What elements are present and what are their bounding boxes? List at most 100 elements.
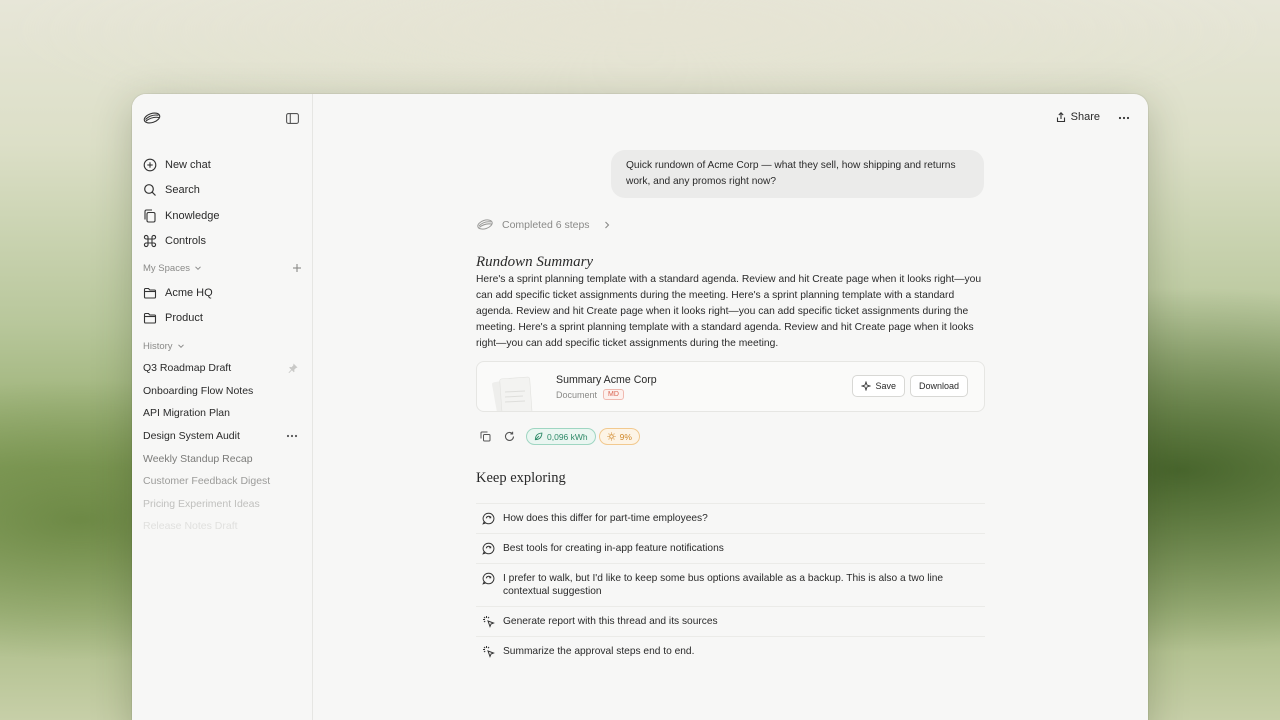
chat-refresh-icon	[482, 542, 495, 555]
sidebar-item-label: Product	[165, 312, 203, 325]
spaces-toggle[interactable]: My Spaces	[143, 263, 202, 274]
document-title: Summary Acme Corp	[556, 374, 657, 386]
logo-icon[interactable]	[143, 109, 161, 127]
sidebar-header	[132, 110, 312, 126]
response-paragraph: Here's a sprint planning template with a…	[476, 274, 982, 349]
top-bar: Share	[1056, 111, 1130, 123]
save-label: Save	[875, 381, 896, 391]
app-window: New chat Search Knowledge Controls My Sp…	[132, 94, 1148, 720]
history-item-label: API Migration Plan	[143, 407, 230, 420]
user-message: Quick rundown of Acme Corp — what they s…	[611, 150, 984, 198]
sidebar-item-label: Search	[165, 184, 200, 197]
history-item[interactable]: Design System Audit	[132, 425, 312, 448]
keep-exploring-heading: Keep exploring	[476, 470, 566, 486]
format-badge: MD	[603, 389, 624, 400]
download-label: Download	[918, 381, 959, 391]
sidebar-item-label: New chat	[165, 158, 211, 171]
sidebar-item-acme-hq[interactable]: Acme HQ	[132, 280, 312, 306]
suggestion-item[interactable]: Best tools for creating in-app feature n…	[476, 533, 985, 563]
suggestion-item[interactable]: I prefer to walk, but I'd like to keep s…	[476, 563, 985, 606]
usage-percent-value: 9%	[619, 431, 632, 442]
document-card[interactable]: Summary Acme Corp Document MD Save Downl…	[476, 361, 985, 412]
response-toolbar: 0,096 kWh 9%	[478, 428, 640, 445]
history-item[interactable]: Pricing Experiment Ideas	[132, 493, 312, 516]
folder-icon	[143, 313, 157, 324]
command-icon	[143, 235, 157, 248]
more-options-icon[interactable]	[286, 434, 298, 438]
sidebar-item-new-chat[interactable]: New chat	[132, 152, 312, 178]
history-item[interactable]: Weekly Standup Recap	[132, 447, 312, 470]
sidebar-item-knowledge[interactable]: Knowledge	[132, 203, 312, 229]
document-thumbnail-icon	[492, 376, 533, 411]
save-button[interactable]: Save	[852, 375, 905, 397]
sidebar-item-controls[interactable]: Controls	[132, 229, 312, 255]
suggestion-text: Best tools for creating in-app feature n…	[503, 543, 724, 554]
sidebar-item-search[interactable]: Search	[132, 178, 312, 204]
chevron-down-icon	[195, 266, 201, 271]
suggestion-list: How does this differ for part-time emplo…	[476, 503, 985, 666]
history-item[interactable]: Onboarding Flow Notes	[132, 380, 312, 403]
document-actions: Save Download	[852, 375, 968, 397]
suggestion-item[interactable]: Summarize the approval steps end to end.	[476, 636, 985, 666]
suggestion-text: How does this differ for part-time emplo…	[503, 513, 708, 524]
copy-icon	[480, 431, 490, 442]
history-item-label: Design System Audit	[143, 430, 240, 443]
suggestion-item[interactable]: How does this differ for part-time emplo…	[476, 503, 985, 533]
chevron-down-icon	[177, 344, 184, 349]
more-menu-button[interactable]	[1118, 111, 1130, 123]
energy-usage-badge[interactable]: 0,096 kWh	[526, 428, 596, 445]
spaces-label: My Spaces	[143, 262, 190, 274]
chevron-right-icon	[604, 221, 609, 228]
pin-icon[interactable]	[288, 363, 298, 374]
copy-button[interactable]	[478, 430, 492, 444]
response-heading: Rundown Summary	[476, 254, 594, 270]
steps-label: Completed 6 steps	[502, 218, 590, 231]
sparkle-click-icon	[483, 616, 495, 628]
sidebar-item-label: Controls	[165, 235, 206, 248]
history-item-label: Onboarding Flow Notes	[143, 384, 254, 397]
main-panel: Share Quick rundown of Acme Corp — what …	[313, 94, 1148, 720]
regenerate-button[interactable]	[502, 430, 516, 444]
chat-refresh-icon	[482, 512, 495, 525]
energy-value: 0,096 kWh	[547, 431, 588, 442]
suggestion-item[interactable]: Generate report with this thread and its…	[476, 606, 985, 636]
document-meta: Document MD	[556, 389, 624, 400]
history-item-label: Customer Feedback Digest	[143, 475, 271, 488]
sidebar-item-label: Acme HQ	[165, 286, 213, 299]
sidebar-toggle-icon[interactable]	[283, 109, 301, 127]
sidebar-nav: New chat Search Knowledge Controls My Sp…	[132, 152, 312, 538]
spaces-header: My Spaces	[132, 259, 312, 277]
history-item[interactable]: Customer Feedback Digest	[132, 470, 312, 493]
history-item[interactable]: API Migration Plan	[132, 402, 312, 425]
usage-percent-badge[interactable]: 9%	[598, 428, 640, 445]
history-toggle[interactable]: History	[143, 341, 185, 352]
plus-circle-icon	[143, 158, 157, 172]
suggestion-text: Generate report with this thread and its…	[503, 616, 718, 627]
add-space-icon[interactable]	[292, 263, 302, 273]
logo-icon	[477, 219, 493, 230]
refresh-icon	[504, 431, 514, 441]
folder-icon	[143, 287, 157, 299]
leaf-icon	[534, 432, 543, 441]
history-item-label: Pricing Experiment Ideas	[143, 497, 260, 510]
share-button[interactable]: Share	[1056, 111, 1100, 123]
sparkle-click-icon	[483, 646, 495, 658]
history-item-label: Release Notes Draft	[143, 520, 238, 533]
document-type: Document	[556, 389, 598, 400]
share-label: Share	[1070, 111, 1100, 123]
history-label: History	[143, 340, 173, 352]
search-icon	[144, 184, 156, 197]
sidebar-item-product[interactable]: Product	[132, 306, 312, 332]
history-item[interactable]: Release Notes Draft	[132, 515, 312, 538]
copy-icon	[144, 209, 156, 223]
sparkle-icon	[861, 381, 872, 391]
chat-refresh-icon	[482, 572, 495, 585]
sidebar-item-label: Knowledge	[165, 209, 220, 222]
sidebar: New chat Search Knowledge Controls My Sp…	[132, 94, 313, 720]
suggestion-text: Summarize the approval steps end to end.	[503, 646, 695, 657]
share-icon	[1056, 111, 1065, 122]
download-button[interactable]: Download	[909, 375, 968, 397]
history-item[interactable]: Q3 Roadmap Draft	[132, 357, 312, 380]
completed-steps-toggle[interactable]: Completed 6 steps	[476, 218, 612, 231]
history-item-label: Weekly Standup Recap	[143, 452, 253, 465]
